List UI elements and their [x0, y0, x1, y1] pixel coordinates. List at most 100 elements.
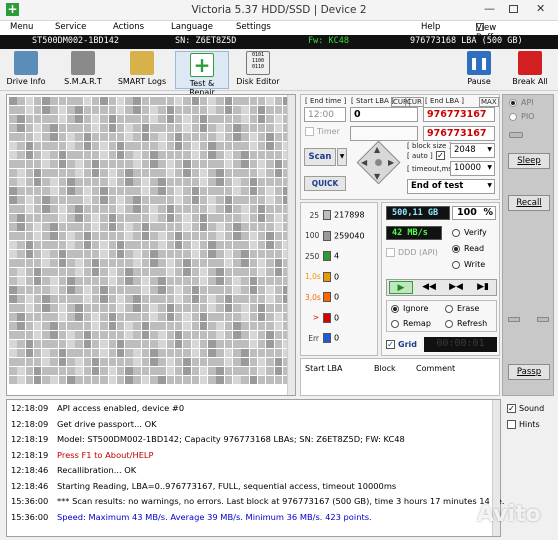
remap-radio[interactable]: Remap [391, 319, 431, 328]
menu-item-actions[interactable]: Actions [113, 22, 144, 32]
block-cell [274, 357, 282, 366]
erase-radio[interactable]: Erase [445, 304, 479, 313]
test-repair-button[interactable]: + Test & Repair [175, 51, 229, 97]
block-cell [216, 114, 224, 124]
smart-button[interactable]: S.M.A.R.T [62, 51, 104, 86]
block-map-scrollbar[interactable] [287, 95, 295, 395]
block-cell [158, 97, 166, 106]
seek-icon[interactable]: ▶◀ [444, 281, 468, 294]
block-cell [266, 303, 274, 312]
counter-swatch[interactable] [323, 271, 331, 282]
disk-editor-button[interactable]: 0101 1100 0110 Disk Editor [236, 51, 280, 86]
block-cell [183, 141, 191, 151]
passp-button[interactable]: Passp [508, 364, 550, 380]
block-cell [166, 357, 175, 366]
ignore-radio[interactable]: Ignore [391, 304, 428, 313]
hints-checkbox[interactable]: Hints [507, 420, 540, 429]
arrow-right-icon[interactable]: ▶ [388, 158, 394, 167]
sleep-button[interactable]: Sleep [508, 153, 550, 169]
block-cell [249, 97, 258, 106]
menu-item-language[interactable]: Language [171, 22, 213, 32]
counter-swatch[interactable] [323, 230, 331, 241]
counter-swatch[interactable] [323, 210, 331, 220]
close-button[interactable]: ✕ [536, 2, 545, 15]
break-all-button[interactable]: Break All [510, 51, 550, 86]
block-cell [108, 186, 117, 196]
arrow-up-icon[interactable]: ▲ [374, 145, 380, 154]
skip-end-icon[interactable]: ▶▮ [471, 281, 495, 294]
col-start-lba[interactable]: Start LBA [305, 364, 343, 373]
block-cell [183, 258, 191, 267]
col-block[interactable]: Block [374, 364, 396, 373]
timer-checkbox[interactable]: Timer [305, 127, 340, 136]
sound-checkbox[interactable]: ✓ Sound [507, 404, 544, 413]
block-cell [191, 330, 200, 339]
auto-label: [ auto ] [407, 152, 433, 160]
play-icon[interactable]: ▶ [389, 281, 413, 294]
block-cell [257, 222, 266, 231]
col-comment[interactable]: Comment [416, 364, 455, 373]
counter-swatch[interactable] [323, 333, 331, 343]
direction-pad[interactable]: ▲ ▼ ◀ ▶ [356, 140, 401, 185]
block-cell [166, 312, 175, 321]
block-cell [266, 339, 274, 348]
block-cell [174, 132, 183, 142]
end-mode-select[interactable]: End of test ▼ [407, 179, 495, 194]
block-cell [116, 231, 125, 240]
menu-item-settings[interactable]: Settings [236, 22, 271, 32]
auto-checkbox[interactable]: ✓ [436, 151, 445, 160]
block-cell [216, 375, 224, 384]
block-size-select[interactable]: 2048 ▼ [450, 143, 495, 158]
block-cell [224, 267, 233, 276]
block-cell [224, 330, 233, 339]
drive-info-button[interactable]: Drive Info [6, 51, 46, 86]
step-back-icon[interactable]: ◀◀ [417, 281, 441, 294]
api-radio[interactable]: API [509, 98, 534, 107]
max-button[interactable]: MAX [479, 97, 499, 107]
counter-swatch[interactable] [323, 292, 331, 302]
refresh-radio[interactable]: Refresh [445, 319, 487, 328]
block-cell [91, 204, 100, 213]
block-cell [33, 249, 42, 258]
scan-dropdown-icon[interactable]: ▼ [337, 148, 347, 166]
block-cell [274, 195, 282, 205]
pause-button[interactable]: ❚❚ Pause [463, 51, 495, 86]
grid-checkbox[interactable]: ✓ Grid [386, 340, 417, 349]
end-lba-input[interactable]: 976773167 [423, 107, 495, 122]
menu-item-help[interactable]: Help [421, 22, 440, 32]
block-cell [158, 159, 166, 169]
read-radio[interactable]: Read [452, 244, 484, 253]
device-model[interactable]: ST500DM002-1BD142 [32, 36, 119, 46]
menu-item-service[interactable]: Service [55, 22, 86, 32]
arrow-left-icon[interactable]: ◀ [361, 158, 367, 167]
block-cell [108, 168, 117, 178]
scan-button[interactable]: Scan [304, 148, 336, 166]
block-cell [257, 141, 266, 151]
counter-swatch[interactable] [323, 312, 331, 323]
write-radio[interactable]: Write [452, 260, 485, 269]
quick-button[interactable]: QUICK [304, 176, 346, 191]
end-lba-max-input[interactable]: 976773167 [423, 126, 495, 141]
recall-button[interactable]: Recall [508, 195, 550, 211]
start-lba-input[interactable]: 0 [350, 107, 418, 122]
block-cell [9, 231, 17, 240]
block-cell [108, 213, 117, 222]
verify-radio[interactable]: Verify [452, 228, 487, 237]
block-cell [150, 177, 158, 187]
minimize-button[interactable]: — [484, 2, 495, 15]
ddd-api-checkbox[interactable]: DDD (API) [386, 248, 438, 257]
smart-logs-button[interactable]: SMART Logs [116, 51, 168, 86]
arrow-down-icon[interactable]: ▼ [374, 172, 380, 181]
end-time-input[interactable]: 12:00 [304, 107, 346, 122]
timer-input[interactable] [350, 126, 418, 141]
menu-item-menu[interactable]: Menu [10, 22, 33, 32]
block-cell [224, 150, 233, 160]
pio-radio[interactable]: PIO [509, 112, 534, 121]
counter-swatch[interactable] [323, 251, 331, 261]
block-cell [216, 186, 224, 196]
timeout-select[interactable]: 10000 ▼ [450, 161, 495, 176]
maximize-button[interactable] [509, 5, 518, 13]
block-cell [224, 258, 233, 267]
block-cell [83, 177, 92, 187]
end-cur-button[interactable]: CUR [405, 97, 424, 107]
